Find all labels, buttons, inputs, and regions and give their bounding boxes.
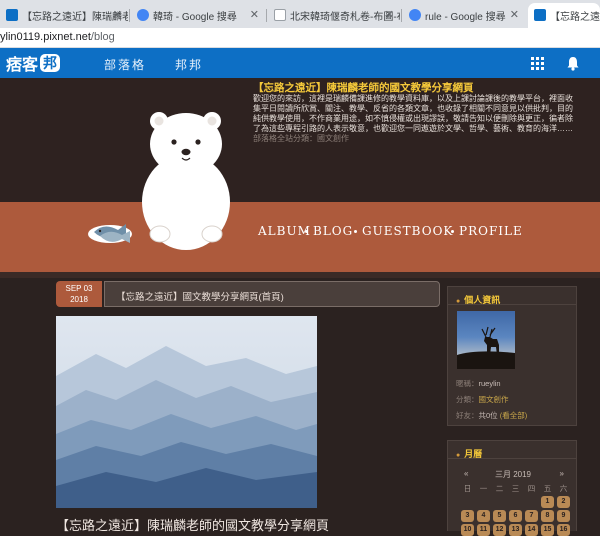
- pixnet-logo[interactable]: 痞客邦: [6, 52, 61, 74]
- calendar-day[interactable]: 13: [509, 524, 522, 536]
- browser-tab-bar: 【忘路之遠近】陳瑞麟老師的國文教學分 ✕ 韓琦 - Google 搜尋 ✕ 北宋…: [0, 0, 600, 28]
- calendar-day[interactable]: 5: [493, 510, 506, 522]
- post-title-bar[interactable]: 【忘路之遠近】國文教學分享網頁(首頁): [104, 281, 440, 307]
- weekday-fri: 五: [543, 484, 552, 493]
- post-date-month-day: SEP 03: [65, 284, 93, 293]
- post-date-year: 2018: [70, 295, 88, 304]
- browser-tab-4[interactable]: rule - Google 搜尋 ✕: [403, 3, 525, 28]
- weekday-mon: 一: [479, 484, 488, 493]
- pixnet-favicon-icon: [6, 9, 18, 21]
- view-all-friends-link[interactable]: (看全部): [500, 411, 528, 420]
- calendar-day[interactable]: 8: [541, 510, 554, 522]
- apps-grid-icon[interactable]: [531, 57, 544, 70]
- browser-tab-2[interactable]: 韓琦 - Google 搜尋 ✕: [131, 3, 265, 28]
- profile-avatar[interactable]: [457, 311, 515, 369]
- logo-mark: 邦: [40, 54, 61, 72]
- close-tab-icon[interactable]: ✕: [510, 8, 519, 21]
- page-favicon-icon: [274, 9, 286, 21]
- weekday-sat: 六: [559, 484, 568, 493]
- address-bar[interactable]: ylin0119.pixnet.net/blog: [0, 28, 600, 48]
- pixnet-top-bar: 痞客邦 部落格 邦邦: [0, 48, 600, 78]
- tab-title: 北宋韓琦偃奇札卷-布圖-布: [290, 12, 400, 23]
- logo-text: 痞客: [6, 57, 39, 74]
- next-month-button[interactable]: »: [560, 469, 564, 478]
- google-favicon-icon: [409, 9, 421, 21]
- browser-tab-1[interactable]: 【忘路之遠近】陳瑞麟老師的國文教學分 ✕: [0, 3, 128, 28]
- weekday-sun: 日: [463, 484, 472, 493]
- url-path: /blog: [90, 31, 115, 43]
- calendar-day[interactable]: 10: [461, 524, 474, 536]
- nav-bangbang-link[interactable]: 邦邦: [175, 56, 203, 73]
- post-heading[interactable]: 【忘路之遠近】陳瑞麟老師的國文教學分享網頁: [56, 515, 329, 534]
- profile-widget: 個人資訊 暱稱：ruey­lin 分類：國文創作 好友：共0位 (看全部): [447, 286, 577, 426]
- close-tab-icon[interactable]: ✕: [250, 8, 259, 21]
- post-landscape-image[interactable]: [56, 316, 317, 508]
- google-favicon-icon: [137, 9, 149, 21]
- calendar-day[interactable]: 1: [541, 496, 554, 508]
- tab-title: 韓琦 - Google 搜尋: [153, 12, 237, 23]
- category-link[interactable]: 國文創作: [479, 395, 509, 404]
- calendar-day[interactable]: 16: [557, 524, 570, 536]
- post-date-badge: SEP 03 2018: [56, 281, 102, 307]
- calendar-day[interactable]: 3: [461, 510, 474, 522]
- banner-nav-album[interactable]: ALBUM: [258, 224, 311, 238]
- friends-count: 共0位: [478, 411, 498, 420]
- url-host: ylin0119.pixnet.net: [0, 31, 91, 43]
- weekday-thu: 四: [527, 484, 536, 493]
- weekday-wed: 三: [511, 484, 520, 493]
- blog-description: 歡迎您的來訪，這裡是瑞麟備課進修的教學資料庫，以及上課討論課後的教學平台，裡面收…: [253, 94, 573, 133]
- pixnet-favicon-icon: [534, 9, 546, 21]
- tab-title: rule - Google 搜尋: [425, 12, 506, 23]
- calendar-heading: 月曆: [448, 441, 576, 459]
- browser-tab-3[interactable]: 北宋韓琦偃奇札卷-布圖-布 ✕: [268, 3, 400, 28]
- nickname-label: 暱稱：: [456, 379, 479, 388]
- calendar-month-label: 三月 2019: [494, 470, 532, 479]
- calendar-day[interactable]: 6: [509, 510, 522, 522]
- friends-label: 好友：: [456, 411, 479, 420]
- calendar-day[interactable]: 7: [525, 510, 538, 522]
- close-tab-icon[interactable]: ✕: [385, 8, 394, 21]
- calendar-day[interactable]: 2: [557, 496, 570, 508]
- polar-bear-illustration: [88, 112, 230, 250]
- close-tab-icon[interactable]: ✕: [113, 8, 122, 21]
- banner-nav-blog[interactable]: BLOG: [313, 224, 353, 238]
- category-label: 分類：: [456, 395, 479, 404]
- calendar-day[interactable]: 15: [541, 524, 554, 536]
- bell-icon[interactable]: [566, 56, 580, 71]
- browser-tab-active[interactable]: 【忘路之遠: [528, 3, 600, 28]
- banner-nav-profile[interactable]: PROFILE: [459, 224, 523, 238]
- calendar-day[interactable]: 12: [493, 524, 506, 536]
- blog-category: 部落格全站分類：國文創作: [253, 134, 349, 143]
- weekday-tue: 二: [495, 484, 504, 493]
- calendar-widget: 月曆 « 三月 2019 » 日 一 二 三 四 五 六 1 2 3 4 5 6…: [447, 440, 578, 536]
- profile-heading: 個人資訊: [448, 287, 576, 305]
- calendar-day[interactable]: 9: [557, 510, 570, 522]
- nav-blog-link[interactable]: 部落格: [104, 56, 146, 73]
- tab-title: 【忘路之遠: [550, 12, 600, 23]
- nav-separator-dot: [451, 230, 454, 233]
- banner-nav-guestbook[interactable]: GUESTBOOK: [362, 224, 453, 238]
- nav-separator-dot: [305, 230, 308, 233]
- deer-silhouette-icon: [457, 326, 515, 369]
- prev-month-button[interactable]: «: [464, 469, 468, 478]
- calendar-month: « 三月 2019 »: [448, 469, 578, 480]
- nickname-value: ruey­lin: [478, 379, 501, 388]
- calendar-day[interactable]: 14: [525, 524, 538, 536]
- calendar-day[interactable]: 11: [477, 524, 490, 536]
- nav-separator-dot: [354, 230, 357, 233]
- calendar-day[interactable]: 4: [477, 510, 490, 522]
- blog-title[interactable]: 【忘路之遠近】陳瑞麟老師的國文教學分享網頁: [253, 80, 474, 95]
